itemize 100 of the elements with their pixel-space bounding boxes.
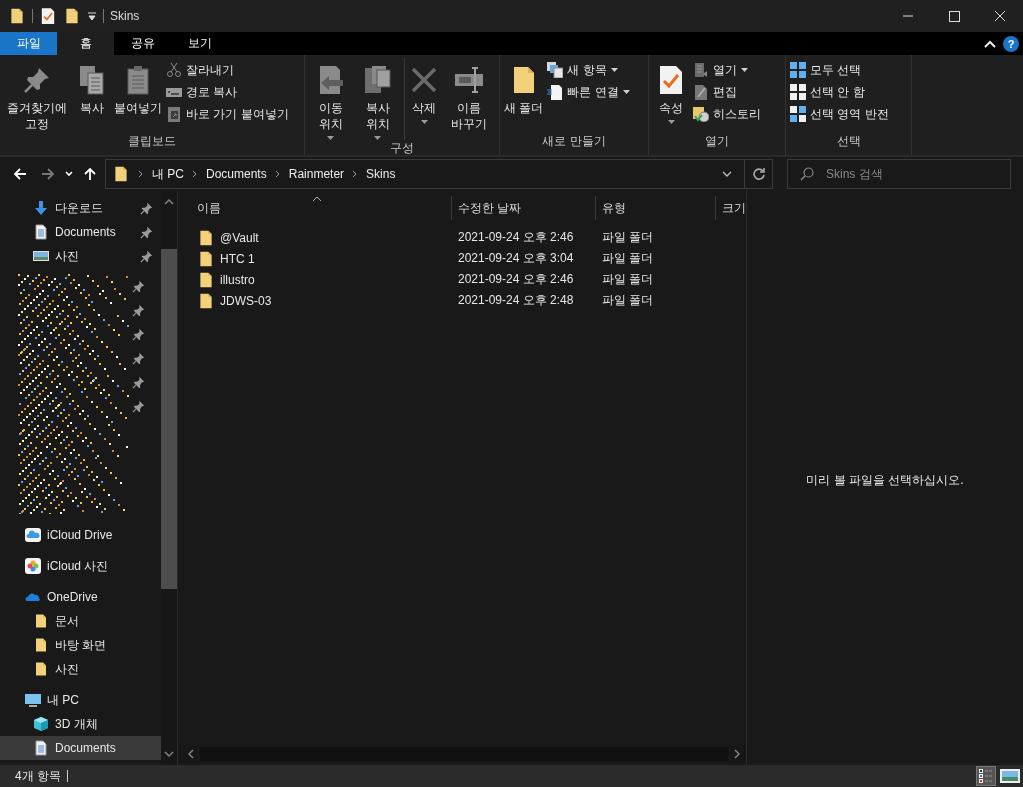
item-count: 4개 항목 — [15, 770, 68, 782]
nav-item[interactable]: Documents — [0, 220, 161, 244]
file-row[interactable]: illustro 2021-09-24 오후 2:46 파일 폴더 — [178, 269, 746, 290]
folder-icon — [8, 7, 26, 25]
collapse-ribbon-icon[interactable] — [984, 38, 996, 49]
ribbon-button[interactable]: 바로 가기 붙여넣기 — [166, 104, 293, 124]
file-type: 파일 폴더 — [602, 292, 654, 309]
ribbon-button[interactable]: 새 폴더 — [504, 58, 544, 133]
ribbon-button[interactable]: 새 항목 — [547, 60, 634, 80]
grid-icon — [790, 84, 806, 100]
file-name: HTC 1 — [220, 251, 255, 266]
scroll-up-icon[interactable] — [164, 199, 174, 205]
ribbon-button[interactable]: 히스토리 — [693, 104, 765, 124]
refresh-button[interactable] — [745, 159, 773, 189]
breadcrumb[interactable]: 내 PC — [152, 165, 184, 183]
ribbon-button[interactable]: 열기 — [693, 60, 765, 80]
scroll-left-icon[interactable] — [188, 749, 194, 759]
nav-item[interactable]: 사진 — [0, 244, 161, 268]
nav-item[interactable]: OneDrive — [0, 585, 161, 609]
folder-icon — [33, 637, 49, 653]
file-type: 파일 폴더 — [602, 250, 654, 267]
shortcut-document-icon — [166, 106, 182, 122]
grid-icon — [790, 62, 806, 78]
caret-icon — [374, 136, 382, 140]
column-header[interactable]: 크기 — [716, 196, 746, 220]
nav-item[interactable]: 문서 — [0, 609, 161, 633]
ribbon-button[interactable]: 편집 — [693, 82, 765, 102]
nav-item[interactable]: 바탕 화면 — [0, 633, 161, 657]
ribbon-button[interactable]: 복사 위치 — [356, 58, 400, 140]
monitor-icon — [25, 692, 41, 708]
ribbon-button[interactable]: 이동 위치 — [309, 58, 353, 140]
nav-item[interactable]: iCloud 사진 — [0, 554, 161, 578]
ribbon-button[interactable]: 경로 복사 — [166, 82, 293, 102]
search-input[interactable]: Skins 검색 — [824, 166, 998, 182]
file-row[interactable]: @Vault 2021-09-24 오후 2:46 파일 폴더 — [178, 227, 746, 248]
caret-icon — [610, 68, 618, 72]
search-icon — [800, 167, 814, 181]
ribbon-button[interactable]: 선택 안 함 — [790, 82, 893, 102]
caret-icon — [741, 68, 748, 72]
column-header[interactable]: 유형 — [596, 196, 716, 220]
document-lines-icon — [547, 84, 564, 100]
folder-icon — [112, 165, 130, 183]
caret-icon — [667, 120, 675, 124]
ribbon-button[interactable]: 모두 선택 — [790, 60, 893, 80]
new-item-icon — [547, 62, 564, 78]
grid-icon — [790, 106, 806, 122]
download-arrow-icon — [33, 200, 49, 216]
ribbon-button[interactable]: 잘라내기 — [166, 60, 293, 80]
ribbon-button[interactable]: 삭제 — [403, 58, 440, 140]
caret-icon — [420, 120, 428, 124]
file-row[interactable]: JDWS-03 2021-09-24 오후 2:48 파일 폴더 — [178, 290, 746, 311]
file-row[interactable]: HTC 1 2021-09-24 오후 3:04 파일 폴더 — [178, 248, 746, 269]
dropdown-icon[interactable] — [87, 11, 97, 21]
nav-item[interactable]: iCloud Drive — [0, 523, 161, 547]
thumbnail-view-button[interactable] — [1000, 766, 1020, 786]
ribbon-button[interactable]: 선택 영역 반전 — [790, 104, 893, 124]
ribbon-tab[interactable]: 공유 — [114, 32, 171, 55]
nav-item[interactable]: Documents — [0, 736, 161, 760]
column-header[interactable]: 이름 — [178, 196, 452, 220]
sort-caret-icon — [311, 196, 322, 202]
caret-icon — [327, 136, 335, 140]
folder-icon — [63, 7, 81, 25]
ribbon-tab[interactable]: 홈 — [57, 32, 114, 55]
details-view-button[interactable] — [976, 766, 996, 786]
ribbon-button[interactable]: 즐겨찾기에 고정 — [4, 58, 70, 133]
ribbon-tab[interactable]: 보기 — [171, 32, 228, 55]
address-bar[interactable]: 내 PC Documents Rainmeter Skins — [105, 159, 745, 189]
ribbon-button[interactable]: 이름 바꾸기 — [443, 58, 495, 140]
dropdown-icon[interactable] — [722, 171, 732, 177]
right-arrow-icon — [41, 167, 55, 181]
group-label: 클립보드 — [127, 133, 177, 150]
folder-icon — [197, 270, 215, 289]
nav-item[interactable]: 내 PC — [0, 688, 161, 712]
nav-item[interactable]: 사진 — [0, 657, 161, 681]
nav-item[interactable]: 다운로드 — [0, 196, 161, 220]
scroll-down-icon[interactable] — [164, 751, 174, 757]
up-arrow-icon — [83, 167, 97, 181]
document-icon — [33, 224, 49, 240]
help-button[interactable]: ? — [1003, 35, 1019, 52]
breadcrumb[interactable]: Skins — [366, 167, 396, 181]
ribbon-button[interactable]: 속성 — [653, 58, 689, 133]
file-name: JDWS-03 — [220, 293, 272, 308]
column-header[interactable]: 수정한 날짜 — [452, 196, 596, 220]
ribbon-tab[interactable]: 파일 — [0, 32, 57, 55]
group-label: 선택 — [835, 133, 862, 150]
breadcrumb[interactable]: Rainmeter — [288, 167, 345, 181]
scissors-icon — [166, 62, 182, 78]
modified-date: 2021-09-24 오후 2:46 — [458, 271, 574, 288]
pushpin-icon — [132, 376, 145, 389]
file-type: 파일 폴더 — [602, 229, 654, 246]
ribbon-button[interactable]: 복사 — [74, 58, 110, 133]
nav-item[interactable]: 3D 개체 — [0, 712, 161, 736]
scroll-right-icon[interactable] — [734, 749, 740, 759]
search-field[interactable]: Skins 검색 — [787, 159, 1011, 189]
ribbon-button[interactable]: 붙여넣기 — [114, 58, 162, 133]
chevron-icon — [274, 170, 281, 178]
chevron-icon — [352, 170, 359, 178]
breadcrumb[interactable]: Documents — [206, 167, 267, 181]
ribbon-button[interactable]: 빠른 연결 — [547, 82, 634, 102]
folder-icon — [33, 661, 49, 677]
